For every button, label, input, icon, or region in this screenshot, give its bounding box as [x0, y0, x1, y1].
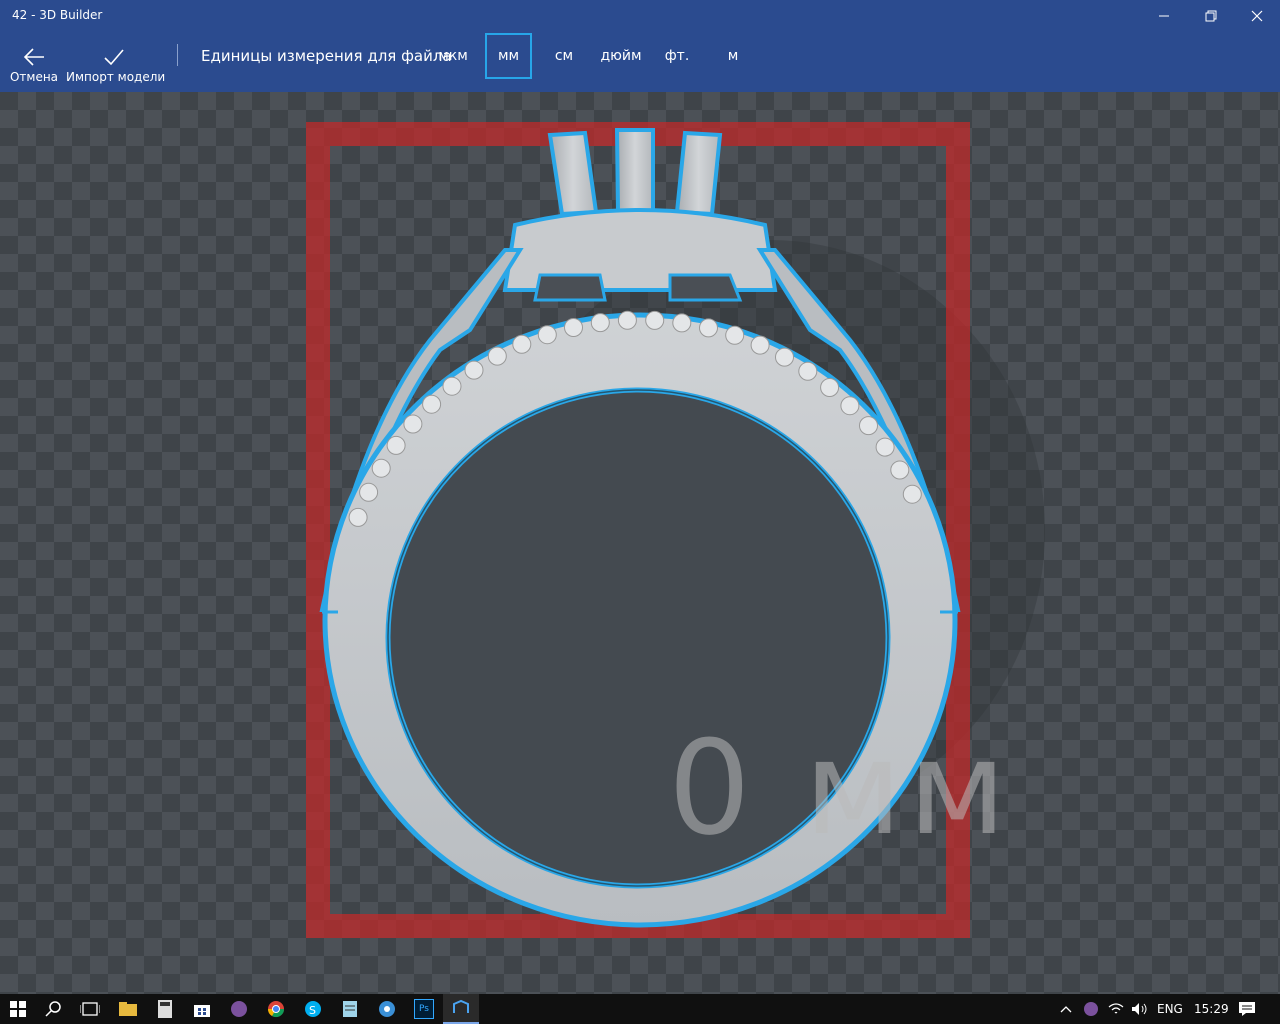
- cancel-label: Отмена: [9, 70, 59, 84]
- tray-network[interactable]: [1108, 994, 1124, 1024]
- bead: [403, 414, 423, 434]
- photoshop-icon: Ps: [414, 999, 434, 1019]
- file-explorer-icon: [119, 1002, 137, 1016]
- unit-inch-button[interactable]: дюйм: [596, 33, 646, 79]
- bead: [859, 416, 878, 436]
- close-button[interactable]: [1234, 0, 1280, 32]
- window-title: 42 - 3D Builder: [12, 8, 103, 22]
- skype-button[interactable]: S: [295, 994, 331, 1024]
- minimize-icon: [1159, 15, 1169, 17]
- import-model-label: Импорт модели: [66, 70, 166, 84]
- bead: [902, 484, 922, 504]
- skype-icon: S: [305, 1001, 321, 1017]
- start-button[interactable]: [0, 994, 36, 1024]
- viber-icon: [1084, 1002, 1098, 1016]
- bead: [371, 458, 391, 478]
- unit-m-button[interactable]: м: [718, 33, 748, 79]
- bead: [464, 360, 484, 380]
- task-view-icon: [80, 1002, 100, 1016]
- tray-notifications[interactable]: [1238, 994, 1256, 1024]
- minimize-button[interactable]: [1141, 0, 1187, 32]
- bead: [617, 310, 637, 330]
- bead: [645, 310, 665, 330]
- wifi-icon: [1108, 1003, 1124, 1014]
- chrome-icon: [267, 1001, 285, 1018]
- bead: [422, 394, 442, 414]
- tray-chevron[interactable]: [1060, 994, 1072, 1024]
- viber-button[interactable]: [221, 994, 257, 1024]
- title-bar: 42 - 3D Builder: [0, 0, 1280, 32]
- bead: [798, 361, 818, 381]
- bead: [840, 396, 860, 416]
- svg-text:S: S: [309, 1004, 316, 1017]
- cancel-button[interactable]: Отмена: [8, 32, 60, 92]
- tray-language[interactable]: ENG: [1157, 994, 1183, 1024]
- separator: [177, 44, 178, 66]
- 3d-builder-icon: [453, 999, 469, 1013]
- bead: [359, 482, 379, 502]
- calculator-button[interactable]: [147, 994, 183, 1024]
- bead: [699, 318, 718, 338]
- start-icon: [10, 1001, 26, 1017]
- bead: [820, 378, 840, 397]
- 3d-builder-button[interactable]: [443, 994, 479, 1024]
- search-button[interactable]: [36, 994, 72, 1024]
- bead: [386, 435, 406, 455]
- dimension-label: 0 мм: [668, 712, 1013, 864]
- units-label: Единицы измерения для файла: [201, 47, 452, 65]
- tray-viber[interactable]: [1083, 994, 1099, 1024]
- unit-mm-button[interactable]: мм: [485, 33, 532, 79]
- store-button[interactable]: [184, 994, 220, 1024]
- restore-button[interactable]: [1188, 0, 1234, 32]
- prongs: [547, 128, 723, 217]
- restore-icon: [1205, 10, 1217, 22]
- checkmark-icon: [104, 49, 124, 66]
- notepad-icon: [343, 1001, 357, 1017]
- bead: [537, 325, 557, 345]
- bead: [348, 507, 368, 527]
- import-model-button[interactable]: Импорт модели: [66, 32, 166, 92]
- photoshop-button[interactable]: Ps: [406, 994, 442, 1024]
- tray-clock[interactable]: 15:29: [1194, 994, 1229, 1024]
- store-icon: [194, 1005, 210, 1017]
- unit-ft-button[interactable]: фт.: [660, 33, 694, 79]
- volume-icon: [1132, 1003, 1147, 1015]
- search-icon: [45, 1001, 61, 1017]
- calculator-icon: [158, 1000, 172, 1018]
- bead: [487, 346, 507, 366]
- close-icon: [1251, 10, 1263, 22]
- task-view-button[interactable]: [72, 994, 108, 1024]
- unit-cm-button[interactable]: см: [546, 33, 582, 79]
- bead: [512, 334, 532, 354]
- viber-icon: [231, 1001, 247, 1017]
- notepad-button[interactable]: [332, 994, 368, 1024]
- browser-button[interactable]: [369, 994, 405, 1024]
- browser-icon: [379, 1001, 395, 1017]
- bead: [590, 313, 610, 333]
- bead: [672, 313, 692, 333]
- bead: [725, 325, 745, 345]
- taskbar: S Ps ENG 15:29: [0, 994, 1280, 1024]
- bead: [750, 335, 770, 355]
- tray-volume[interactable]: [1131, 994, 1149, 1024]
- bead: [890, 460, 910, 480]
- back-arrow-icon: [23, 48, 44, 66]
- file-explorer-button[interactable]: [110, 994, 146, 1024]
- chevron-up-icon: [1060, 1006, 1072, 1013]
- bead: [875, 437, 895, 457]
- bead: [564, 318, 583, 337]
- ring-model[interactable]: [0, 92, 1280, 994]
- action-center-icon: [1239, 1002, 1255, 1016]
- chrome-button[interactable]: [258, 994, 294, 1024]
- 3d-viewport[interactable]: 0 мм: [0, 92, 1280, 994]
- bead: [442, 376, 462, 396]
- command-bar: Отмена Импорт модели Единицы измерения д…: [0, 32, 1280, 92]
- bead: [775, 347, 794, 367]
- unit-um-button[interactable]: мкм: [432, 33, 474, 79]
